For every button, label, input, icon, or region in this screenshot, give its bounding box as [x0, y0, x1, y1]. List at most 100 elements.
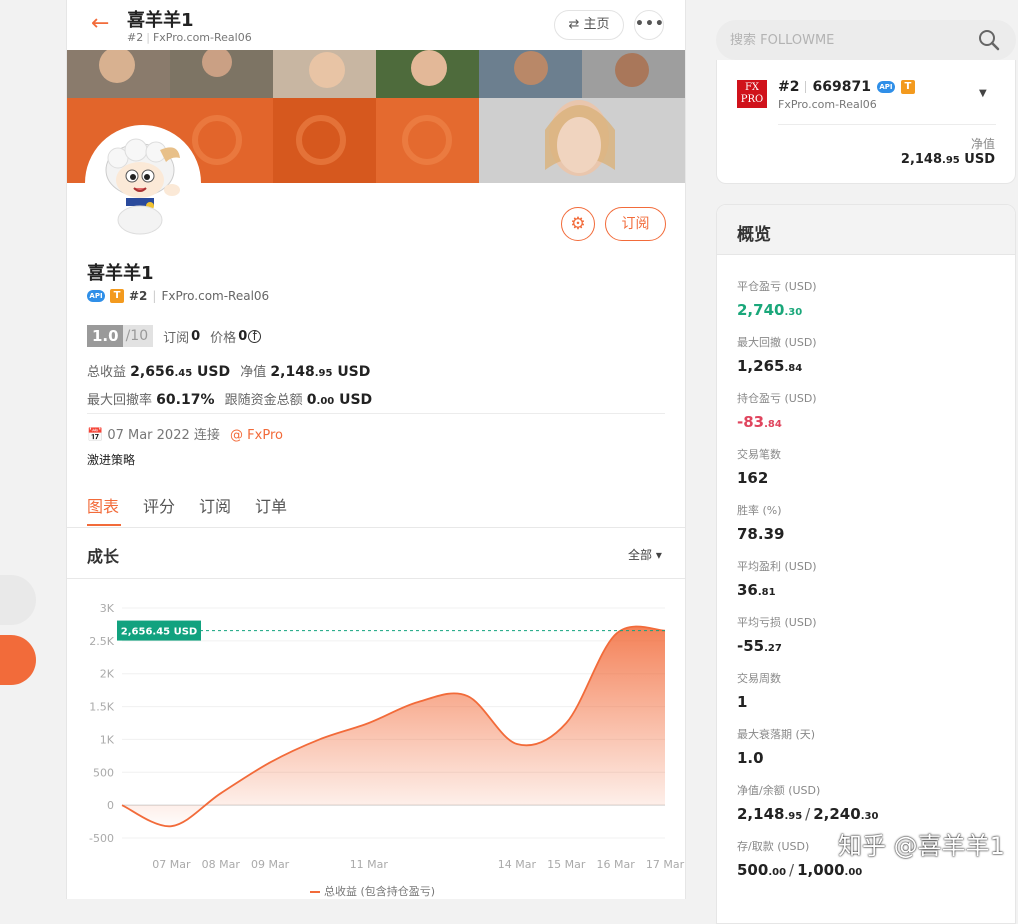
chevron-down-icon[interactable]: ▼	[979, 88, 987, 99]
api-badge: API	[87, 290, 105, 302]
account-line: #2 669871 API T	[778, 79, 915, 95]
y-tick-label: 0	[107, 799, 114, 812]
x-tick-label: 11 Mar	[350, 858, 389, 871]
overview-item-closed-pl: 平仓盈亏 (USD) 2,740.30	[737, 278, 817, 319]
trader-badges: API T #2 | FxPro.com-Real06	[87, 289, 269, 303]
account-server: FxPro.com-Real06	[778, 98, 877, 111]
side-float-button-orange[interactable]	[0, 635, 36, 685]
total-profit-label: 总收益	[87, 365, 127, 380]
fxpro-logo: FX PRO	[737, 80, 767, 108]
overview-card: 概览 平仓盈亏 (USD) 2,740.30 最大回撤 (USD) 1,265.84 持…	[716, 204, 1016, 924]
trader-name: 喜羊羊1	[87, 263, 154, 284]
ov-value: 1,265.84	[737, 357, 803, 375]
last-value-text: 2,656.45 USD	[121, 627, 197, 638]
search-icon[interactable]	[978, 29, 1000, 51]
zhihu-watermark: 知乎 @喜羊羊1	[838, 832, 1005, 860]
trader-rank: #2	[129, 289, 148, 303]
account-divider	[778, 124, 996, 125]
ov-label: 交易笔数	[737, 448, 781, 461]
tab-subscribe[interactable]: 订阅	[199, 493, 231, 517]
account-rank: #2	[778, 79, 800, 95]
overview-item-max-drawdown: 最大回撤 (USD) 1,265.84	[737, 334, 817, 375]
x-tick-label: 08 Mar	[202, 858, 241, 871]
max-dd-label: 最大回撤率	[87, 393, 153, 408]
follow-funds-value: 0.00 USD	[306, 392, 373, 408]
account-equity-value: 2,148.95 USD	[900, 152, 995, 167]
overview-item-max-decline-days: 最大衰落期 (天) 1.0	[737, 726, 815, 767]
profit-equity-line: 总收益 2,656.45 USD 净值 2,148.95 USD	[87, 361, 370, 380]
strategy-text: 激进策略	[87, 453, 136, 467]
equity-value: 2,148.95 USD	[270, 364, 371, 380]
coin-icon: f	[248, 329, 262, 343]
settings-button[interactable]: ⚙	[561, 207, 595, 241]
x-tick-label: 09 Mar	[251, 858, 290, 871]
top-bar: ← 喜羊羊1 #2 | FxPro.com-Real06 ⇄ 主页 •••	[67, 0, 685, 50]
overview-item-equity-balance: 净值/余额 (USD) 2,148.95/2,240.30	[737, 782, 878, 823]
ov-value: -83.84	[737, 413, 782, 431]
gear-icon: ⚙	[570, 214, 586, 234]
search-box[interactable]	[716, 20, 1016, 60]
ov-label: 交易周数	[737, 672, 781, 685]
subscribe-button[interactable]: 订阅	[605, 207, 666, 241]
range-select[interactable]: 全部 ▾	[628, 546, 662, 563]
active-tab-underline	[87, 524, 121, 526]
ov-label: 最大衰落期 (天)	[737, 728, 816, 741]
top-trader-name: 喜羊羊1	[127, 10, 194, 31]
ov-value: 2,740.30	[737, 301, 803, 319]
growth-chart-svg: -500 0 500 1K 1.5K 2K 2.5K 3K 07 Mar 08 Mar 09 Mar…	[89, 602, 685, 871]
trader-profile-panel: ← 喜羊羊1 #2 | FxPro.com-Real06 ⇄ 主页 ••• ⚙ …	[66, 0, 686, 899]
overview-title: 概览	[737, 225, 771, 245]
tab-rating[interactable]: 评分	[143, 493, 175, 517]
growth-area	[122, 626, 665, 827]
account-card[interactable]: FX PRO #2 669871 API T FxPro.com-Real06 ▼…	[716, 60, 1016, 184]
more-dots-icon: •••	[635, 16, 665, 32]
drawdown-line: 最大回撤率 60.17% 跟随资金总额 0.00 USD	[87, 389, 372, 408]
home-button[interactable]: ⇄ 主页	[554, 10, 624, 40]
x-tick-label: 14 Mar	[498, 858, 537, 871]
ov-label: 平均亏损 (USD)	[737, 616, 817, 629]
rating-row: 1.0/10 订阅 0 价格 0 f	[87, 325, 262, 347]
ov-label: 净值/余额 (USD)	[737, 784, 821, 797]
x-tick-label: 15 Mar	[547, 858, 586, 871]
y-tick-label: 2.5K	[89, 635, 114, 648]
more-button[interactable]: •••	[634, 10, 664, 40]
search-input[interactable]	[730, 30, 960, 50]
top-trader-sub: #2 | FxPro.com-Real06	[127, 31, 252, 44]
tab-chart[interactable]: 图表	[87, 493, 119, 517]
ov-value: 1	[737, 693, 748, 711]
ov-value: 2,148.95/2,240.30	[737, 805, 879, 823]
calendar-icon: 📅	[87, 428, 104, 443]
overview-item-open-pl: 持仓盈亏 (USD) -83.84	[737, 390, 817, 431]
profile-tabs: 图表 评分 订阅 订单	[87, 493, 287, 517]
ov-value: 36.81	[737, 581, 776, 599]
back-arrow-icon[interactable]: ←	[91, 12, 109, 36]
ov-value: 162	[737, 469, 769, 487]
chart-legend[interactable]: 总收益 (包含持仓盈亏)	[310, 883, 435, 899]
join-info: 📅 07 Mar 2022 连接 @ FxPro	[87, 424, 283, 443]
ov-label: 持仓盈亏 (USD)	[737, 392, 817, 405]
max-dd-value: 60.17%	[156, 392, 215, 408]
score-denominator: /10	[122, 325, 154, 347]
join-date: 07 Mar 2022 连接	[107, 428, 220, 443]
score-value: 1.0	[87, 325, 123, 347]
y-tick-label: 3K	[100, 602, 115, 615]
y-tick-label: -500	[89, 832, 114, 845]
price-value: 0	[238, 328, 248, 344]
account-number: 669871	[812, 79, 871, 95]
tab-orders[interactable]: 订单	[255, 493, 287, 517]
equity-label: 净值	[240, 365, 267, 380]
y-tick-label: 500	[93, 766, 114, 779]
profile-divider	[87, 413, 665, 414]
side-float-button-grey[interactable]	[0, 575, 36, 625]
subs-label: 订阅	[163, 330, 190, 346]
account-sep	[805, 81, 807, 93]
api-badge: API	[876, 81, 895, 93]
growth-title: 成长	[87, 547, 120, 566]
broker-link[interactable]: @ FxPro	[230, 428, 283, 443]
tabs-divider	[67, 527, 685, 528]
ov-label: 平仓盈亏 (USD)	[737, 280, 817, 293]
overview-item-avg-loss: 平均亏损 (USD) -55.27	[737, 614, 817, 655]
top-rank: #2	[127, 31, 144, 44]
legend-label: 总收益 (包含持仓盈亏)	[324, 885, 436, 898]
sheep-avatar-image	[88, 128, 198, 238]
